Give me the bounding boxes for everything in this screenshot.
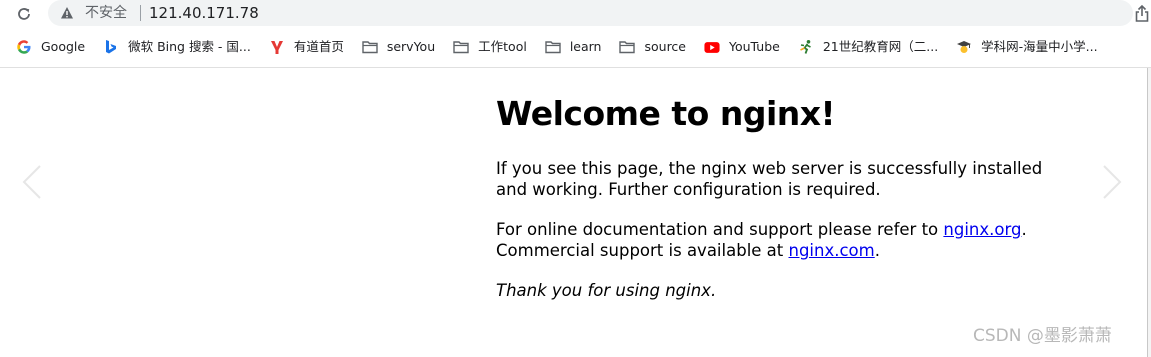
bookmark-youtube[interactable]: YouTube	[704, 33, 788, 61]
bookmark-youdao[interactable]: 有道首页	[269, 33, 352, 61]
url-text[interactable]: 121.40.171.78	[149, 2, 259, 24]
support-punct: .	[1021, 220, 1027, 239]
bookmark-folder-source[interactable]: source	[619, 33, 694, 61]
bookmark-bing[interactable]: 微软 Bing 搜索 - 国...	[103, 33, 259, 61]
share-button[interactable]	[1133, 4, 1151, 24]
chevron-right-icon[interactable]	[1098, 162, 1126, 202]
security-status-label[interactable]: 不安全	[85, 3, 127, 23]
nginx-welcome: Welcome to nginx! If you see this page, …	[496, 94, 1056, 301]
nginx-org-link[interactable]: nginx.org	[943, 220, 1021, 239]
chevron-left-icon[interactable]	[18, 162, 46, 202]
reload-button[interactable]	[14, 4, 34, 24]
folder-icon	[453, 39, 469, 55]
folder-icon	[619, 39, 636, 55]
address-bar[interactable]: 不安全 121.40.171.78	[48, 0, 1133, 26]
bookmark-zxxk[interactable]: 学科网-海量中小学...	[956, 33, 1105, 61]
bookmark-label: servYou	[386, 39, 436, 54]
browser-toolbar: 不安全 121.40.171.78	[0, 0, 1151, 28]
bookmark-label: 学科网-海量中小学...	[981, 39, 1098, 54]
commercial-text: Commercial support is available at	[496, 241, 789, 260]
bookmark-label: 有道首页	[293, 39, 344, 54]
support-text: For online documentation and support ple…	[496, 220, 944, 239]
bookmark-label: 微软 Bing 搜索 - 国...	[128, 39, 251, 54]
support-paragraph: For online documentation and support ple…	[496, 219, 1056, 261]
browser-window: 不安全 121.40.171.78 Google 微软 Bing 搜索 - 国.…	[0, 0, 1151, 357]
runner-icon	[798, 39, 814, 55]
youtube-icon	[704, 39, 720, 55]
csdn-watermark: CSDN @墨影萧萧	[973, 326, 1112, 346]
page-viewport: Welcome to nginx! If you see this page, …	[0, 68, 1148, 357]
bookmark-label: 工作tool	[478, 39, 527, 54]
bookmarks-bar: Google 微软 Bing 搜索 - 国... 有道首页 servYou 工作…	[0, 33, 1151, 61]
omnibox-divider	[140, 5, 141, 21]
warning-triangle-icon[interactable]	[60, 6, 74, 20]
bookmark-folder-worktool[interactable]: 工作tool	[453, 33, 535, 61]
graduate-icon	[956, 39, 972, 55]
nginx-com-link[interactable]: nginx.com	[789, 241, 875, 260]
bookmark-google[interactable]: Google	[16, 33, 93, 61]
bookmark-folder-servyou[interactable]: servYou	[362, 33, 443, 61]
folder-icon	[545, 39, 561, 55]
google-icon	[16, 39, 32, 55]
page-title: Welcome to nginx!	[496, 94, 836, 133]
commercial-punct: .	[874, 241, 880, 260]
folder-icon	[362, 39, 378, 55]
bookmark-label: learn	[569, 39, 602, 54]
thanks-message: Thank you for using nginx.	[496, 281, 717, 300]
bookmark-label: 21世纪教育网（二...	[822, 39, 939, 54]
reload-icon	[18, 8, 30, 20]
install-message: If you see this page, the nginx web serv…	[496, 159, 1043, 199]
share-icon	[1135, 4, 1149, 22]
bookmark-label: YouTube	[729, 39, 780, 54]
bookmark-label: source	[644, 39, 686, 54]
youdao-icon	[269, 39, 285, 55]
bookmark-folder-learn[interactable]: learn	[545, 33, 610, 61]
bing-icon	[103, 39, 119, 55]
bookmark-label: Google	[41, 39, 86, 54]
bookmark-21cnjy[interactable]: 21世纪教育网（二...	[798, 33, 946, 61]
